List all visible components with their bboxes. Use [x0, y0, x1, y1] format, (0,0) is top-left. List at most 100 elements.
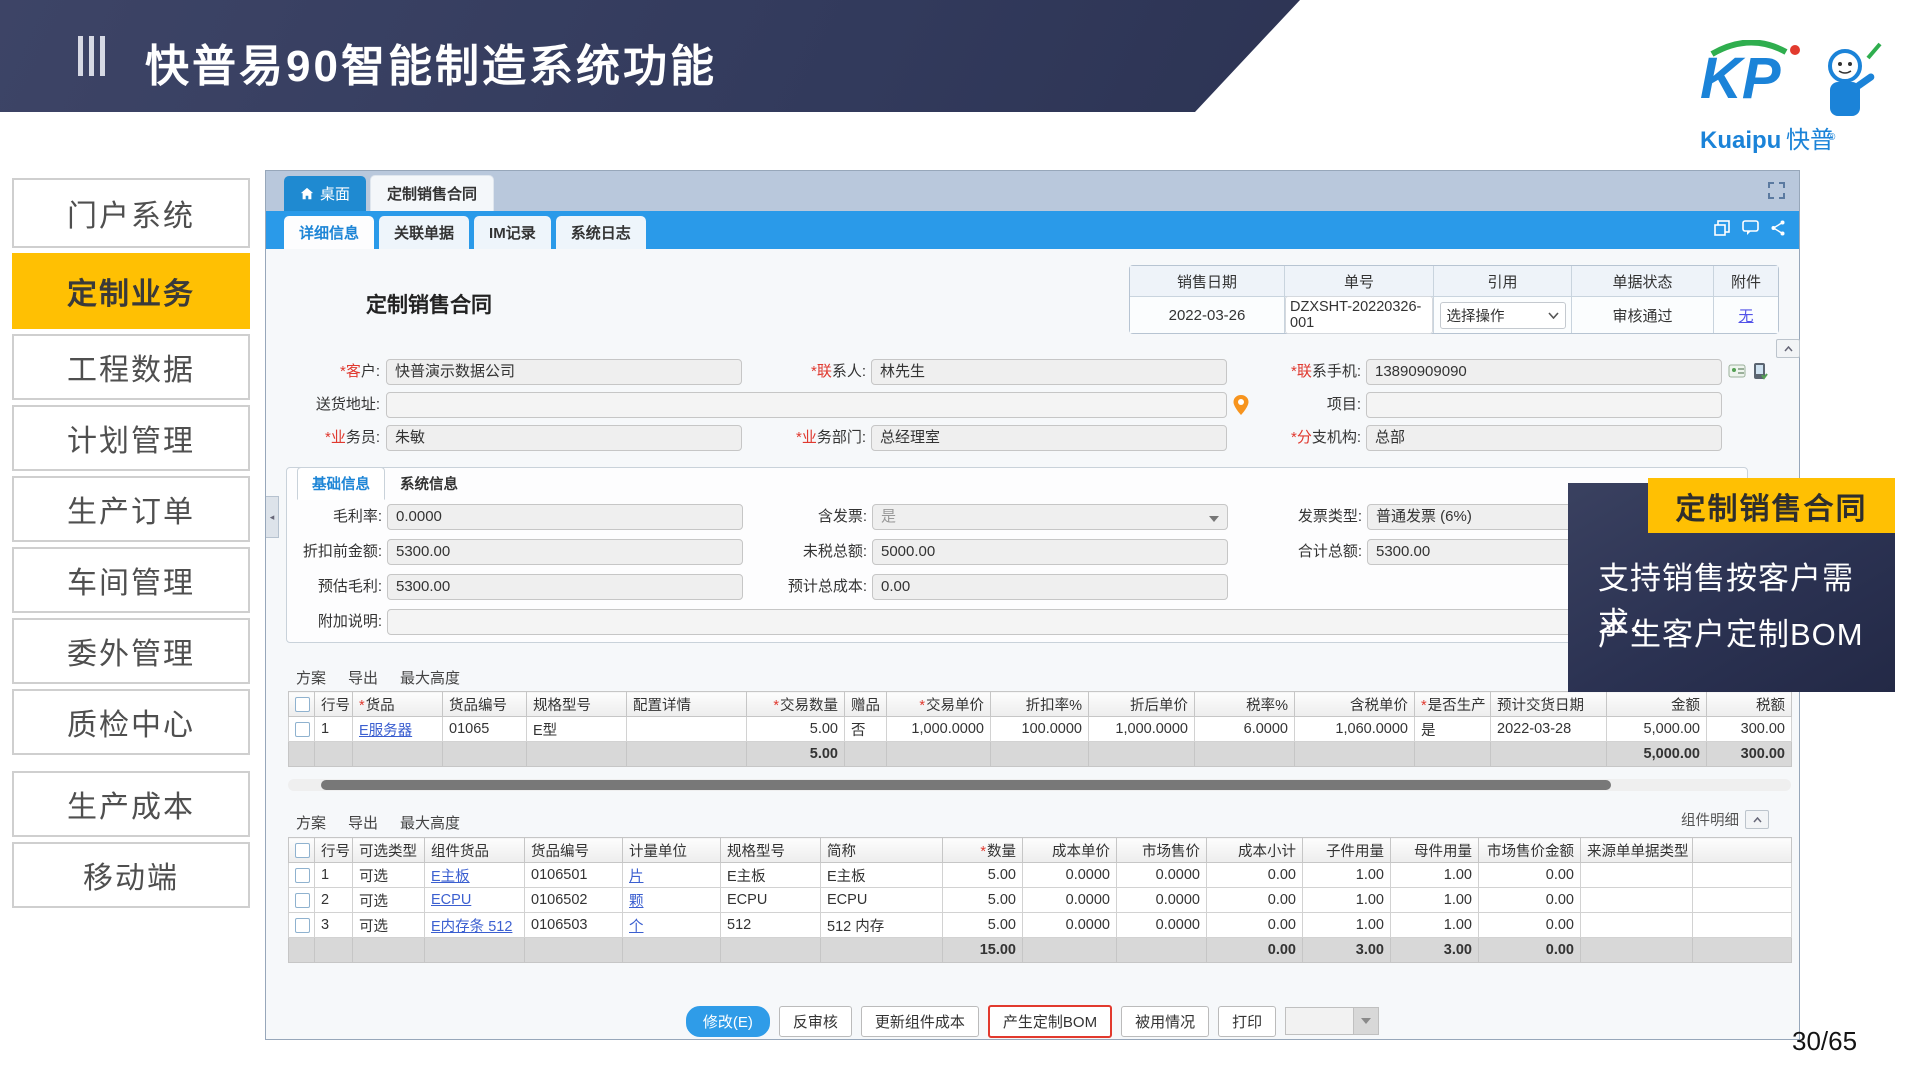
- column-header[interactable]: 行号: [315, 692, 353, 717]
- toolbar-export-link[interactable]: 导出: [348, 812, 378, 833]
- footer-dropdown[interactable]: [1285, 1007, 1379, 1035]
- usage-button[interactable]: 被用情况: [1121, 1006, 1209, 1037]
- column-header[interactable]: 赠品: [845, 692, 887, 717]
- generate-custom-bom-button[interactable]: 产生定制BOM: [988, 1005, 1112, 1038]
- cell-link[interactable]: E服务器: [359, 723, 412, 739]
- cell-link[interactable]: 个: [629, 919, 644, 935]
- column-header[interactable]: 成本小计: [1207, 838, 1303, 863]
- column-header[interactable]: 市场售价金额: [1479, 838, 1581, 863]
- sidebar-item-portal[interactable]: 门户系统: [12, 178, 250, 248]
- update-component-cost-button[interactable]: 更新组件成本: [861, 1006, 979, 1037]
- tab-basic-info[interactable]: 基础信息: [297, 467, 385, 500]
- column-header[interactable]: *交易单价: [887, 692, 991, 717]
- column-header[interactable]: 税额: [1707, 692, 1792, 717]
- cell-link[interactable]: ECPU: [431, 892, 471, 908]
- checkbox[interactable]: [295, 722, 310, 737]
- subtab-details[interactable]: 详细信息: [284, 216, 374, 249]
- sidebar-item-plan-management[interactable]: 计划管理: [12, 405, 250, 471]
- column-header[interactable]: *货品: [353, 692, 443, 717]
- maximize-icon[interactable]: [1714, 220, 1730, 236]
- column-header[interactable]: 计量单位: [623, 838, 721, 863]
- sidebar-item-engineering-data[interactable]: 工程数据: [12, 334, 250, 400]
- column-header[interactable]: 行号: [315, 838, 353, 863]
- project-field[interactable]: [1366, 392, 1722, 418]
- column-header[interactable]: 配置详情: [627, 692, 747, 717]
- column-header[interactable]: 组件货品: [425, 838, 525, 863]
- checkbox[interactable]: [295, 918, 310, 933]
- column-header[interactable]: 金额: [1607, 692, 1707, 717]
- mobile-field[interactable]: 13890909090: [1366, 359, 1722, 385]
- column-header[interactable]: *是否生产: [1415, 692, 1491, 717]
- share-icon[interactable]: [1771, 220, 1785, 236]
- column-header[interactable]: 预计交货日期: [1491, 692, 1607, 717]
- tab-custom-sales-contract[interactable]: 定制销售合同: [370, 175, 494, 211]
- attachment-link[interactable]: 无: [1738, 305, 1753, 326]
- column-header[interactable]: 来源单单据类型: [1581, 838, 1693, 863]
- column-header[interactable]: 折扣率%: [991, 692, 1089, 717]
- subtab-related-docs[interactable]: 关联单据: [379, 216, 469, 249]
- column-header[interactable]: 规格型号: [721, 838, 821, 863]
- salesman-field[interactable]: 朱敏: [386, 425, 742, 451]
- toolbar-max-height-link[interactable]: 最大高度: [400, 667, 460, 688]
- column-header[interactable]: 子件用量: [1303, 838, 1391, 863]
- modify-button[interactable]: 修改(E): [686, 1006, 770, 1037]
- contact-card-icon[interactable]: [1728, 362, 1746, 380]
- checkbox[interactable]: [295, 868, 310, 883]
- phone-device-icon[interactable]: [1751, 362, 1769, 380]
- checkbox[interactable]: [295, 893, 310, 908]
- column-header[interactable]: 简称: [821, 838, 943, 863]
- column-header[interactable]: 市场售价: [1117, 838, 1207, 863]
- horizontal-scrollbar-thumb[interactable]: [321, 780, 1611, 790]
- column-header[interactable]: *交易数量: [747, 692, 845, 717]
- column-header[interactable]: [289, 838, 315, 863]
- toolbar-plan-link[interactable]: 方案: [296, 812, 326, 833]
- message-icon[interactable]: [1742, 220, 1759, 236]
- branch-field[interactable]: 总部: [1366, 425, 1722, 451]
- cell-link[interactable]: 颗: [629, 894, 644, 910]
- sidebar-item-custom-business[interactable]: 定制业务: [12, 253, 250, 329]
- unapprove-button[interactable]: 反审核: [779, 1006, 852, 1037]
- toolbar-plan-link[interactable]: 方案: [296, 667, 326, 688]
- expand-icon[interactable]: [1768, 182, 1785, 199]
- sidebar-item-production-order[interactable]: 生产订单: [12, 476, 250, 542]
- column-header[interactable]: [1693, 838, 1792, 863]
- column-header[interactable]: 规格型号: [527, 692, 627, 717]
- column-header[interactable]: 含税单价: [1295, 692, 1415, 717]
- column-header[interactable]: 税率%: [1195, 692, 1295, 717]
- column-header[interactable]: 折后单价: [1089, 692, 1195, 717]
- checkbox[interactable]: [295, 697, 310, 712]
- toolbar-max-height-link[interactable]: 最大高度: [400, 812, 460, 833]
- column-header[interactable]: 货品编号: [443, 692, 527, 717]
- collapse-side-handle[interactable]: ◂: [266, 496, 279, 538]
- sidebar-item-quality-center[interactable]: 质检中心: [12, 689, 250, 755]
- column-header[interactable]: 成本单价: [1023, 838, 1117, 863]
- est-profit-field[interactable]: 5300.00: [387, 574, 743, 600]
- column-header[interactable]: 可选类型: [353, 838, 425, 863]
- sidebar-item-production-cost[interactable]: 生产成本: [12, 771, 250, 837]
- sidebar-item-workshop[interactable]: 车间管理: [12, 547, 250, 613]
- column-header[interactable]: 货品编号: [525, 838, 623, 863]
- column-header[interactable]: 母件用量: [1391, 838, 1479, 863]
- customer-field[interactable]: 快普演示数据公司: [386, 359, 742, 385]
- collapse-header-button[interactable]: [1776, 339, 1800, 358]
- quote-action-select[interactable]: 选择操作: [1440, 302, 1566, 329]
- has-invoice-select[interactable]: 是: [872, 504, 1228, 530]
- toolbar-export-link[interactable]: 导出: [348, 667, 378, 688]
- column-header[interactable]: [289, 692, 315, 717]
- cell-link[interactable]: E主板: [431, 869, 470, 885]
- tab-system-info[interactable]: 系统信息: [385, 467, 473, 500]
- gross-rate-field[interactable]: 0.0000: [387, 504, 743, 530]
- column-header[interactable]: *数量: [943, 838, 1023, 863]
- checkbox[interactable]: [295, 843, 310, 858]
- note-field[interactable]: [387, 609, 1723, 635]
- cell-link[interactable]: E内存条 512: [431, 919, 512, 935]
- pre-discount-field[interactable]: 5300.00: [387, 539, 743, 565]
- tab-desktop[interactable]: 桌面: [284, 176, 366, 211]
- collapse-components-button[interactable]: [1745, 810, 1769, 829]
- subtab-system-log[interactable]: 系统日志: [556, 216, 646, 249]
- est-cost-field[interactable]: 0.00: [872, 574, 1228, 600]
- dept-field[interactable]: 总经理室: [871, 425, 1227, 451]
- contact-field[interactable]: 林先生: [871, 359, 1227, 385]
- address-field[interactable]: [386, 392, 1227, 418]
- print-button[interactable]: 打印: [1218, 1006, 1276, 1037]
